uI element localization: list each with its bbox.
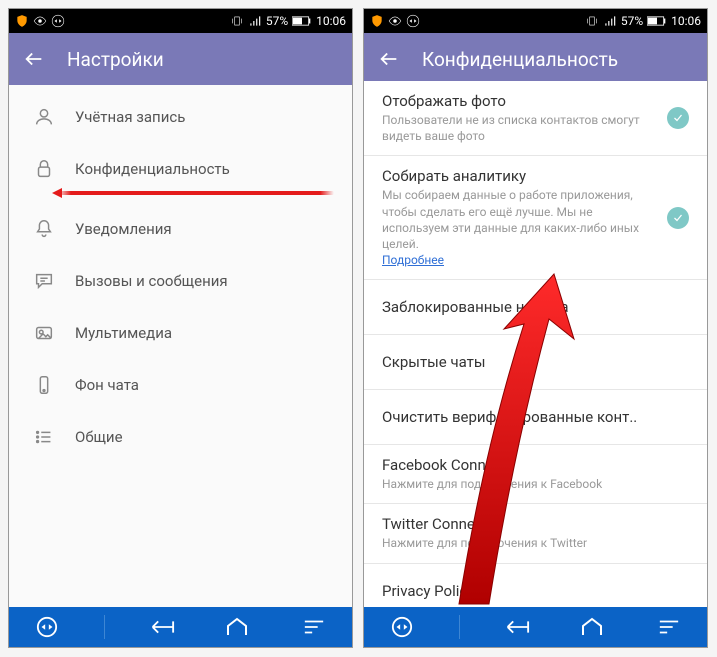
nav-teamviewer-button[interactable] xyxy=(382,607,422,647)
chat-icon xyxy=(33,270,55,292)
nav-back-button[interactable] xyxy=(496,607,536,647)
signal-icon xyxy=(248,14,262,28)
eye-icon xyxy=(388,14,402,28)
highlight-underline xyxy=(57,191,334,195)
nav-home-button[interactable] xyxy=(217,607,257,647)
settings-item-general[interactable]: Общие xyxy=(9,411,352,463)
priv-title: Заблокированные номера xyxy=(382,298,689,316)
eye-icon xyxy=(33,14,47,28)
privacy-item-photo[interactable]: Отображать фото Пользователи не из списк… xyxy=(364,81,707,156)
settings-item-label: Мультимедиа xyxy=(75,324,172,342)
clock-text: 10:06 xyxy=(316,14,346,28)
priv-sub: Нажмите для подключения к Twitter xyxy=(382,535,689,551)
nav-teamviewer-button[interactable] xyxy=(27,607,67,647)
battery-text: 57% xyxy=(266,14,288,28)
user-icon xyxy=(33,106,55,128)
settings-item-media[interactable]: Мультимедиа xyxy=(9,307,352,359)
privacy-item-facebook[interactable]: Facebook Connect Нажмите для подключения… xyxy=(364,445,707,504)
toggle-on-icon[interactable] xyxy=(667,107,689,129)
back-icon[interactable] xyxy=(378,48,400,70)
privacy-item-policy[interactable]: Privacy Policy xyxy=(364,564,707,608)
nav-back-button[interactable] xyxy=(141,607,181,647)
priv-title: Twitter Connect xyxy=(382,515,689,533)
priv-sub: Мы собираем данные о работе приложения, … xyxy=(382,187,657,252)
privacy-list: Отображать фото Пользователи не из списк… xyxy=(364,81,707,607)
statusbar: 57% 10:06 xyxy=(9,9,352,33)
privacy-item-blocked[interactable]: Заблокированные номера xyxy=(364,280,707,335)
statusbar: 57% 10:06 xyxy=(364,9,707,33)
vibrate-icon xyxy=(230,14,244,28)
navbar xyxy=(9,607,352,647)
clock-text: 10:06 xyxy=(671,14,701,28)
phone-icon xyxy=(33,374,55,396)
back-icon[interactable] xyxy=(23,48,45,70)
settings-item-label: Конфиденциальность xyxy=(75,160,230,178)
appbar: Конфиденциальность xyxy=(364,33,707,85)
battery-icon xyxy=(647,15,667,27)
phone-screen-left: 57% 10:06 Настройки Учётная запись Конфи… xyxy=(8,8,353,648)
privacy-item-clear[interactable]: Очистить верифицированные конт.. xyxy=(364,390,707,445)
teamviewer-icon xyxy=(406,14,420,28)
lock-icon xyxy=(33,158,55,180)
appbar: Настройки xyxy=(9,33,352,85)
bell-icon xyxy=(33,218,55,240)
shield-icon xyxy=(15,14,29,28)
toggle-on-icon[interactable] xyxy=(667,207,689,229)
priv-title: Facebook Connect xyxy=(382,456,689,474)
settings-item-account[interactable]: Учётная запись xyxy=(9,91,352,143)
battery-text: 57% xyxy=(621,14,643,28)
signal-icon xyxy=(603,14,617,28)
appbar-title: Конфиденциальность xyxy=(422,48,618,71)
nav-menu-button[interactable] xyxy=(294,607,334,647)
vibrate-icon xyxy=(585,14,599,28)
settings-item-notifications[interactable]: Уведомления xyxy=(9,203,352,255)
priv-link[interactable]: Подробнее xyxy=(382,253,444,267)
settings-list: Учётная запись Конфиденциальность Уведом… xyxy=(9,85,352,607)
priv-title: Скрытые чаты xyxy=(382,353,689,371)
privacy-item-hidden[interactable]: Скрытые чаты xyxy=(364,335,707,390)
settings-item-label: Фон чата xyxy=(75,376,139,394)
priv-sub: Пользователи не из списка контактов смог… xyxy=(382,112,657,144)
media-icon xyxy=(33,322,55,344)
battery-icon xyxy=(292,15,312,27)
priv-title: Собирать аналитику xyxy=(382,167,657,185)
priv-title: Privacy Policy xyxy=(382,582,689,600)
settings-item-calls[interactable]: Вызовы и сообщения xyxy=(9,255,352,307)
settings-item-label: Вызовы и сообщения xyxy=(75,272,228,290)
privacy-item-analytics[interactable]: Собирать аналитику Мы собираем данные о … xyxy=(364,156,707,280)
priv-title: Очистить верифицированные конт.. xyxy=(382,408,689,426)
nav-home-button[interactable] xyxy=(572,607,612,647)
shield-icon xyxy=(370,14,384,28)
teamviewer-icon xyxy=(51,14,65,28)
settings-item-label: Общие xyxy=(75,428,123,446)
nav-menu-button[interactable] xyxy=(649,607,689,647)
settings-item-label: Учётная запись xyxy=(75,108,185,126)
priv-sub: Нажмите для подключения к Facebook xyxy=(382,476,689,492)
priv-title: Отображать фото xyxy=(382,92,657,110)
settings-item-background[interactable]: Фон чата xyxy=(9,359,352,411)
phone-screen-right: 57% 10:06 Конфиденциальность Отображать … xyxy=(363,8,708,648)
navbar xyxy=(364,607,707,647)
privacy-item-twitter[interactable]: Twitter Connect Нажмите для подключения … xyxy=(364,504,707,563)
list-icon xyxy=(33,426,55,448)
appbar-title: Настройки xyxy=(67,48,164,71)
settings-item-label: Уведомления xyxy=(75,220,172,238)
